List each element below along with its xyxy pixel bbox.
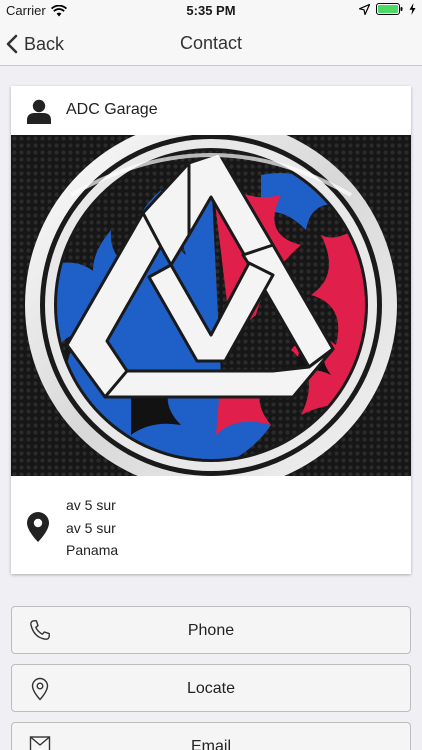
address-line-1: av 5 sur — [66, 497, 116, 513]
back-button-label: Back — [24, 33, 65, 54]
location-arrow-icon — [359, 3, 370, 15]
status-right — [359, 3, 416, 15]
address-line-3: Panama — [66, 542, 119, 558]
chevron-left-icon — [6, 34, 18, 54]
locate-button-label: Locate — [186, 680, 236, 697]
contact-name: ADC Garage — [66, 101, 158, 118]
navigation-bar: Back Contact — [0, 22, 422, 66]
contact-header: ADC Garage — [11, 86, 411, 135]
email-button[interactable]: Email — [11, 722, 411, 750]
business-logo — [11, 135, 411, 476]
address-section: av 5 sur av 5 sur Panama — [11, 488, 411, 568]
contact-card: ADC Garage av 5 sur av 5 sur Panama — [11, 86, 411, 574]
address-line-2: av 5 sur — [66, 519, 116, 536]
charging-bolt-icon — [409, 3, 416, 15]
map-marker-icon — [27, 512, 49, 542]
person-icon — [27, 99, 51, 124]
phone-button-label: Phone — [187, 622, 235, 639]
phone-button[interactable]: Phone — [11, 606, 411, 654]
status-bar: Carrier 5:35 PM — [0, 0, 422, 22]
battery-icon — [376, 3, 403, 15]
address-lines: av 5 sur av 5 sur Panama — [66, 494, 118, 562]
back-button[interactable]: Back — [6, 30, 64, 58]
contact-screen: Carrier 5:35 PM Back Contact ADC Garage … — [0, 0, 422, 750]
email-button-label: Email — [190, 738, 231, 750]
locate-button[interactable]: Locate — [11, 664, 411, 712]
